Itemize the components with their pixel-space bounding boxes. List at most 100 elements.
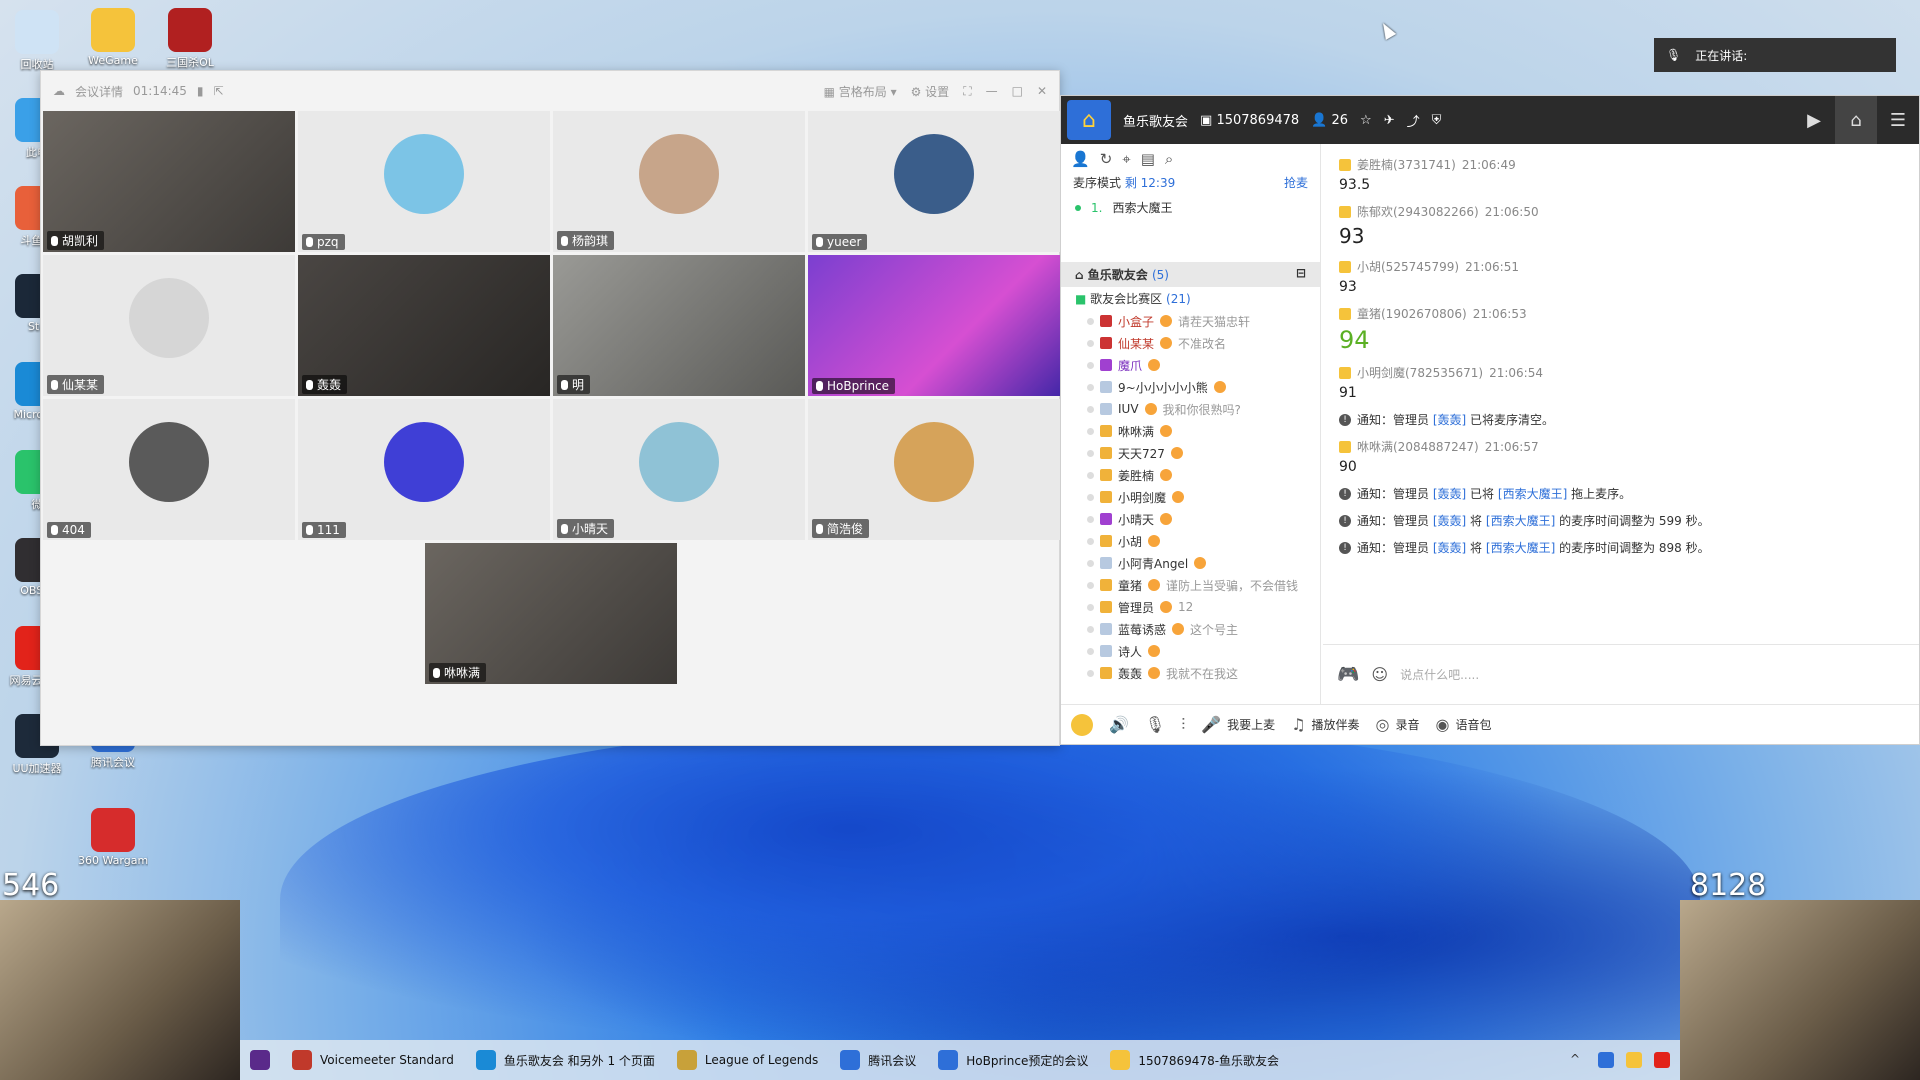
taskbar-item[interactable]: 腾讯会议	[840, 1050, 916, 1070]
participant-tile[interactable]: 简浩俊	[808, 399, 1060, 540]
meeting-duration: 01:14:45	[133, 84, 187, 98]
user-icon[interactable]: 👤	[1071, 150, 1090, 168]
share-icon[interactable]: ⇱	[214, 84, 224, 98]
layout-button[interactable]: ▦ 宫格布局 ▾	[824, 83, 897, 100]
participant-tile[interactable]: 小晴天	[553, 399, 805, 540]
member-item[interactable]: 小胡	[1087, 530, 1320, 552]
list-icon[interactable]: ☰	[1877, 96, 1919, 144]
settings-button[interactable]: ⚙ 设置	[911, 83, 950, 100]
chat-input[interactable]: 说点什么吧.....	[1400, 666, 1479, 683]
message-sender[interactable]: 咻咻满(2084887247)	[1357, 438, 1479, 455]
notice-admin[interactable]: [轰轰]	[1433, 541, 1466, 555]
play-bgm-button[interactable]: ♫ 播放伴奏	[1291, 715, 1359, 734]
chevron-up-icon[interactable]: ^	[1570, 1052, 1586, 1068]
mic-queue-item[interactable]: 1. 西索大魔王	[1061, 191, 1320, 224]
participant-tile[interactable]: 杨韵琪	[553, 111, 805, 252]
message-sender[interactable]: 姜胜楠(3731741)	[1357, 156, 1456, 173]
member-item[interactable]: 魔爪	[1087, 354, 1320, 376]
fullscreen-icon[interactable]: ⛶	[963, 84, 971, 99]
emoji-icon[interactable]: ☺	[1371, 665, 1388, 684]
participant-tile[interactable]: 胡凯利	[43, 111, 295, 252]
notice-admin[interactable]: [轰轰]	[1433, 487, 1466, 501]
desktop-icon[interactable]: WeGame	[78, 8, 148, 67]
member-item[interactable]: 轰轰 我就不在我这	[1087, 662, 1320, 684]
desktop-icon[interactable]: 360 Wargami...	[78, 808, 148, 867]
mixer-icon[interactable]: ⫶	[1181, 715, 1185, 735]
participant-tile[interactable]: 咻咻满	[425, 543, 677, 684]
plane-icon[interactable]: ✈	[1384, 113, 1395, 128]
participant-tile[interactable]: 404	[43, 399, 295, 540]
board-icon[interactable]: ▤	[1141, 150, 1155, 168]
video-icon[interactable]: ▶	[1793, 96, 1835, 144]
participant-tile[interactable]: pzq	[298, 111, 550, 252]
member-item[interactable]: 诗人	[1087, 640, 1320, 662]
search-icon[interactable]: ⌕	[1165, 150, 1173, 168]
notice-admin[interactable]: [轰轰]	[1433, 413, 1466, 427]
participant-tile[interactable]: 轰轰	[298, 255, 550, 396]
speaker-icon[interactable]: 🔊	[1109, 715, 1129, 734]
tray-music-icon[interactable]	[1654, 1052, 1670, 1068]
taskbar-item[interactable]: Voicemeeter Standard	[292, 1050, 454, 1070]
member-item[interactable]: 小明剑魔	[1087, 486, 1320, 508]
avatar-icon[interactable]	[1071, 713, 1093, 736]
info-icon: !	[1339, 541, 1351, 554]
member-item[interactable]: 童猪 谨防上当受骗，不会借钱	[1087, 574, 1320, 596]
system-notice: ! 通知：管理员 [轰轰] 已将 [西索大魔王] 拖上麦序。	[1339, 485, 1897, 502]
gamepad-icon[interactable]: 🎮	[1337, 664, 1359, 685]
message-sender[interactable]: 小明剑魔(782535671)	[1357, 364, 1483, 381]
tray-meeting-icon[interactable]	[1598, 1052, 1614, 1068]
desktop-icon[interactable]: 三国杀OL	[155, 8, 225, 70]
participant-tile[interactable]: 仙某某	[43, 255, 295, 396]
share-icon[interactable]: ⤴	[1407, 111, 1420, 130]
message-sender[interactable]: 小胡(525745799)	[1357, 258, 1459, 275]
member-item[interactable]: 姜胜楠	[1087, 464, 1320, 486]
message-sender[interactable]: 童猪(1902670806)	[1357, 305, 1467, 322]
member-item[interactable]: 仙某某 不准改名	[1087, 332, 1320, 354]
app-launcher-icon[interactable]	[250, 1050, 270, 1070]
member-item[interactable]: 小阿青Angel	[1087, 552, 1320, 574]
location-icon[interactable]: ⌖	[1122, 150, 1130, 168]
taskbar-item[interactable]: 1507869478-鱼乐歌友会	[1110, 1050, 1279, 1070]
message-sender[interactable]: 陈郁欢(2943082266)	[1357, 203, 1479, 220]
shield-icon[interactable]: ⛨	[1432, 113, 1442, 128]
favorite-icon[interactable]: ☆	[1360, 113, 1372, 128]
member-name: 小胡	[1118, 534, 1143, 549]
notice-admin[interactable]: [轰轰]	[1433, 514, 1466, 528]
member-item[interactable]: 9~小小小小小熊	[1087, 376, 1320, 398]
meeting-details-link[interactable]: 会议详情	[75, 83, 123, 100]
grab-mic-button[interactable]: 抢麦	[1284, 174, 1308, 191]
want-mic-button[interactable]: 🎤 我要上麦	[1201, 715, 1275, 734]
maximize-button[interactable]: □	[1012, 84, 1023, 98]
refresh-icon[interactable]: ↻	[1100, 150, 1113, 168]
member-item[interactable]: IUV 我和你很熟吗?	[1087, 398, 1320, 420]
participant-tile[interactable]: 明	[553, 255, 805, 396]
participant-name-tag: HoBprince	[812, 378, 896, 394]
notice-target[interactable]: [西索大魔王]	[1486, 541, 1555, 555]
channel-header[interactable]: ⌂ 鱼乐歌友会 (5) ⊟	[1061, 262, 1320, 287]
member-item[interactable]: 小盒子 请茬天猫忠轩	[1087, 310, 1320, 332]
close-button[interactable]: ✕	[1037, 84, 1047, 98]
mic-icon: 🎤	[1201, 715, 1222, 734]
notice-target[interactable]: [西索大魔王]	[1486, 514, 1555, 528]
tray-yy-icon[interactable]	[1626, 1052, 1642, 1068]
desktop-icon[interactable]: 回收站	[2, 10, 72, 72]
member-item[interactable]: 咻咻满	[1087, 420, 1320, 442]
member-item[interactable]: 小晴天	[1087, 508, 1320, 530]
member-item[interactable]: 管理员 12	[1087, 596, 1320, 618]
voice-pack-button[interactable]: ◉ 语音包	[1436, 715, 1492, 734]
microphone-icon[interactable]: 🎙	[1145, 715, 1165, 734]
member-item[interactable]: 天天727	[1087, 442, 1320, 464]
participant-tile[interactable]: yueer	[808, 111, 1060, 252]
taskbar-item[interactable]: 鱼乐歌友会 和另外 1 个页面	[475, 1050, 655, 1070]
record-button[interactable]: ◎ 录音	[1376, 715, 1420, 734]
notice-target[interactable]: [西索大魔王]	[1498, 487, 1567, 501]
member-item[interactable]: 蓝莓诱惑 这个号主	[1087, 618, 1320, 640]
participant-tile[interactable]: HoBprince	[808, 255, 1060, 396]
home-logo-icon[interactable]: ⌂	[1067, 100, 1111, 140]
minimize-button[interactable]: —	[986, 84, 998, 98]
home-icon[interactable]: ⌂	[1835, 96, 1877, 144]
participant-tile[interactable]: 111	[298, 399, 550, 540]
taskbar-item[interactable]: HoBprince预定的会议	[938, 1050, 1088, 1070]
subchannel[interactable]: ■ 歌友会比赛区 (21)	[1061, 287, 1320, 310]
taskbar-item[interactable]: League of Legends	[676, 1050, 818, 1070]
